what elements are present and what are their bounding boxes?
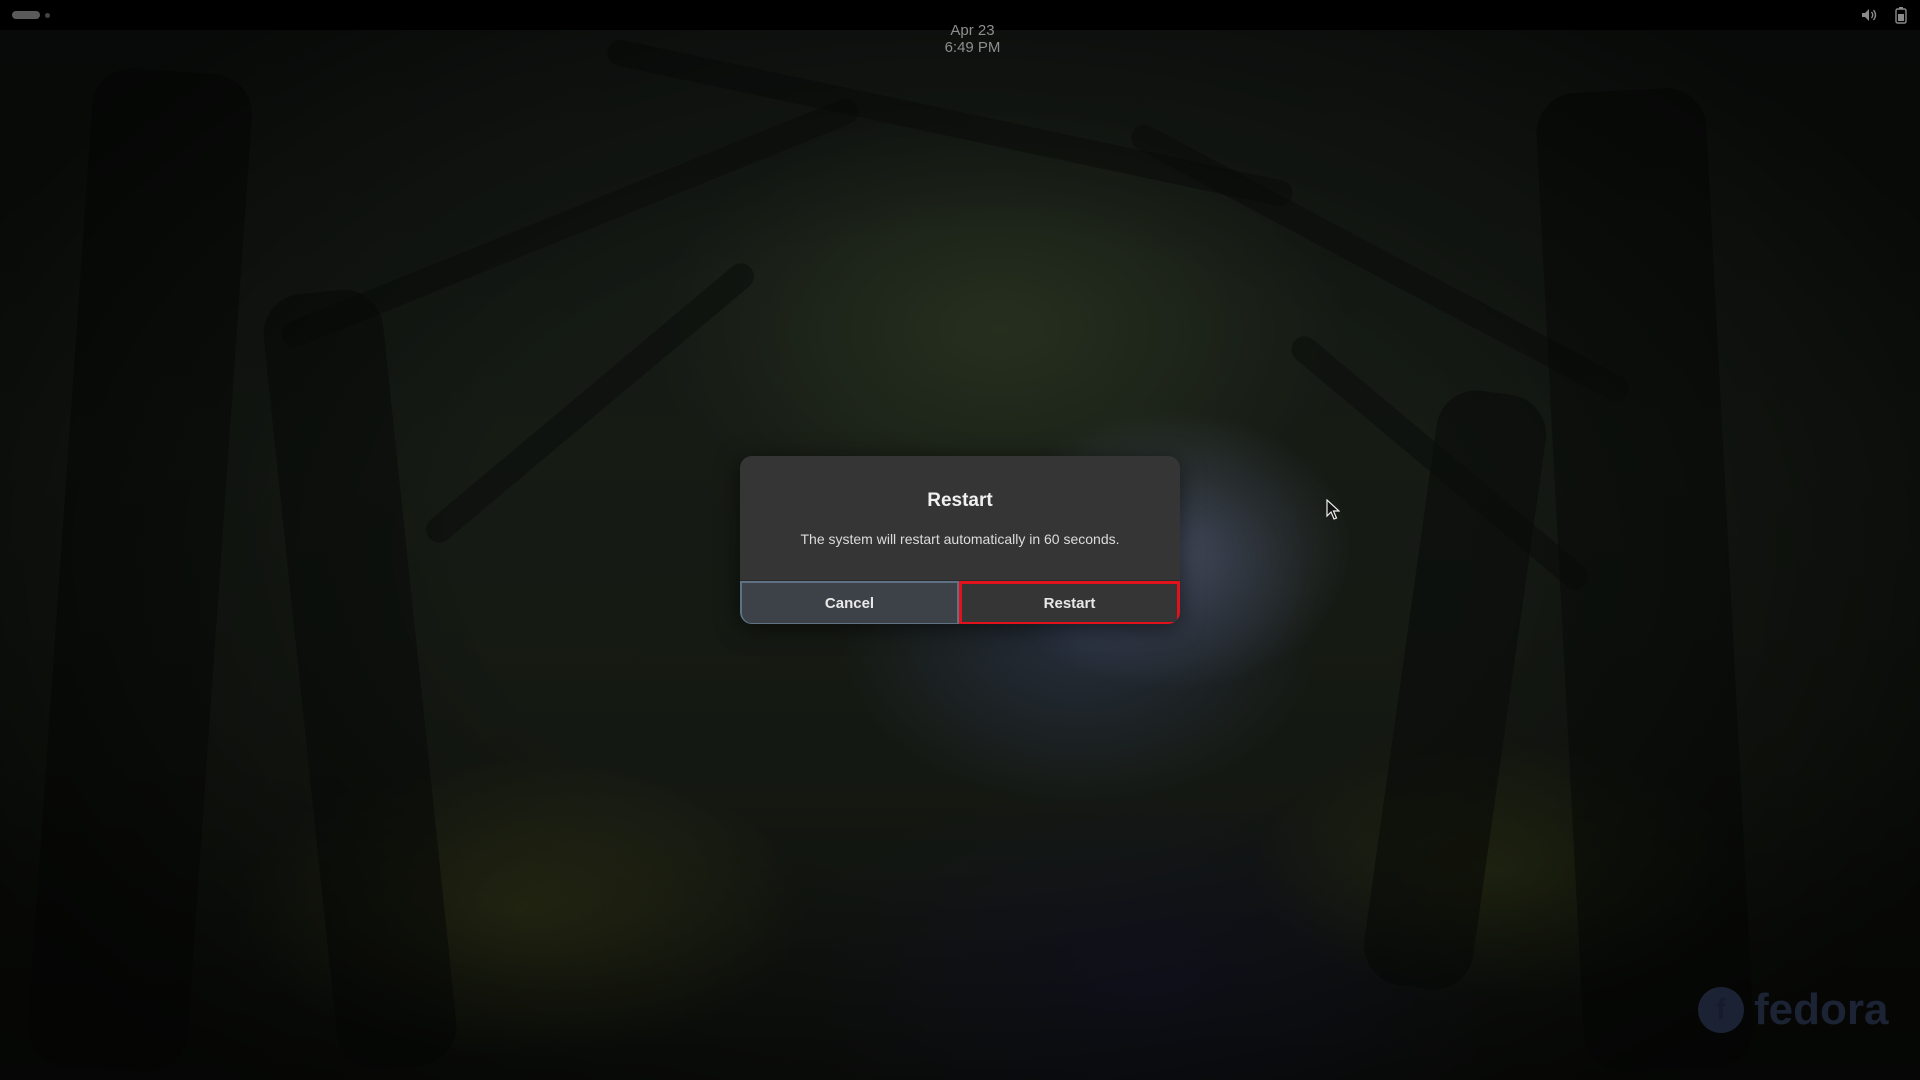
fedora-wordmark: fedora <box>1754 985 1889 1034</box>
mouse-cursor-icon <box>1326 499 1340 520</box>
cancel-button[interactable]: Cancel <box>740 581 959 624</box>
clock-date: Apr 23 <box>950 22 995 39</box>
clock-time: 6:49 PM <box>944 39 1001 56</box>
fedora-watermark: f fedora <box>1698 985 1888 1035</box>
clock[interactable]: Apr 23 6:49 PM <box>0 5 1920 73</box>
volume-icon <box>1862 9 1877 21</box>
top-bar: Apr 23 6:49 PM <box>0 0 1920 56</box>
dialog-message: The system will restart automatically in… <box>800 531 1120 547</box>
restart-dialog: Restart The system will restart automati… <box>740 456 1180 624</box>
desktop: f fedora Apr 23 6:49 PM Restart The syst… <box>0 0 1920 1080</box>
fedora-logo-icon: f <box>1698 987 1744 1033</box>
dialog-title: Restart <box>927 490 993 511</box>
restart-button[interactable]: Restart <box>959 581 1180 624</box>
battery-icon <box>1895 7 1907 24</box>
dialog-button-row: Cancel Restart <box>740 580 1180 624</box>
system-tray[interactable] <box>1860 6 1910 24</box>
